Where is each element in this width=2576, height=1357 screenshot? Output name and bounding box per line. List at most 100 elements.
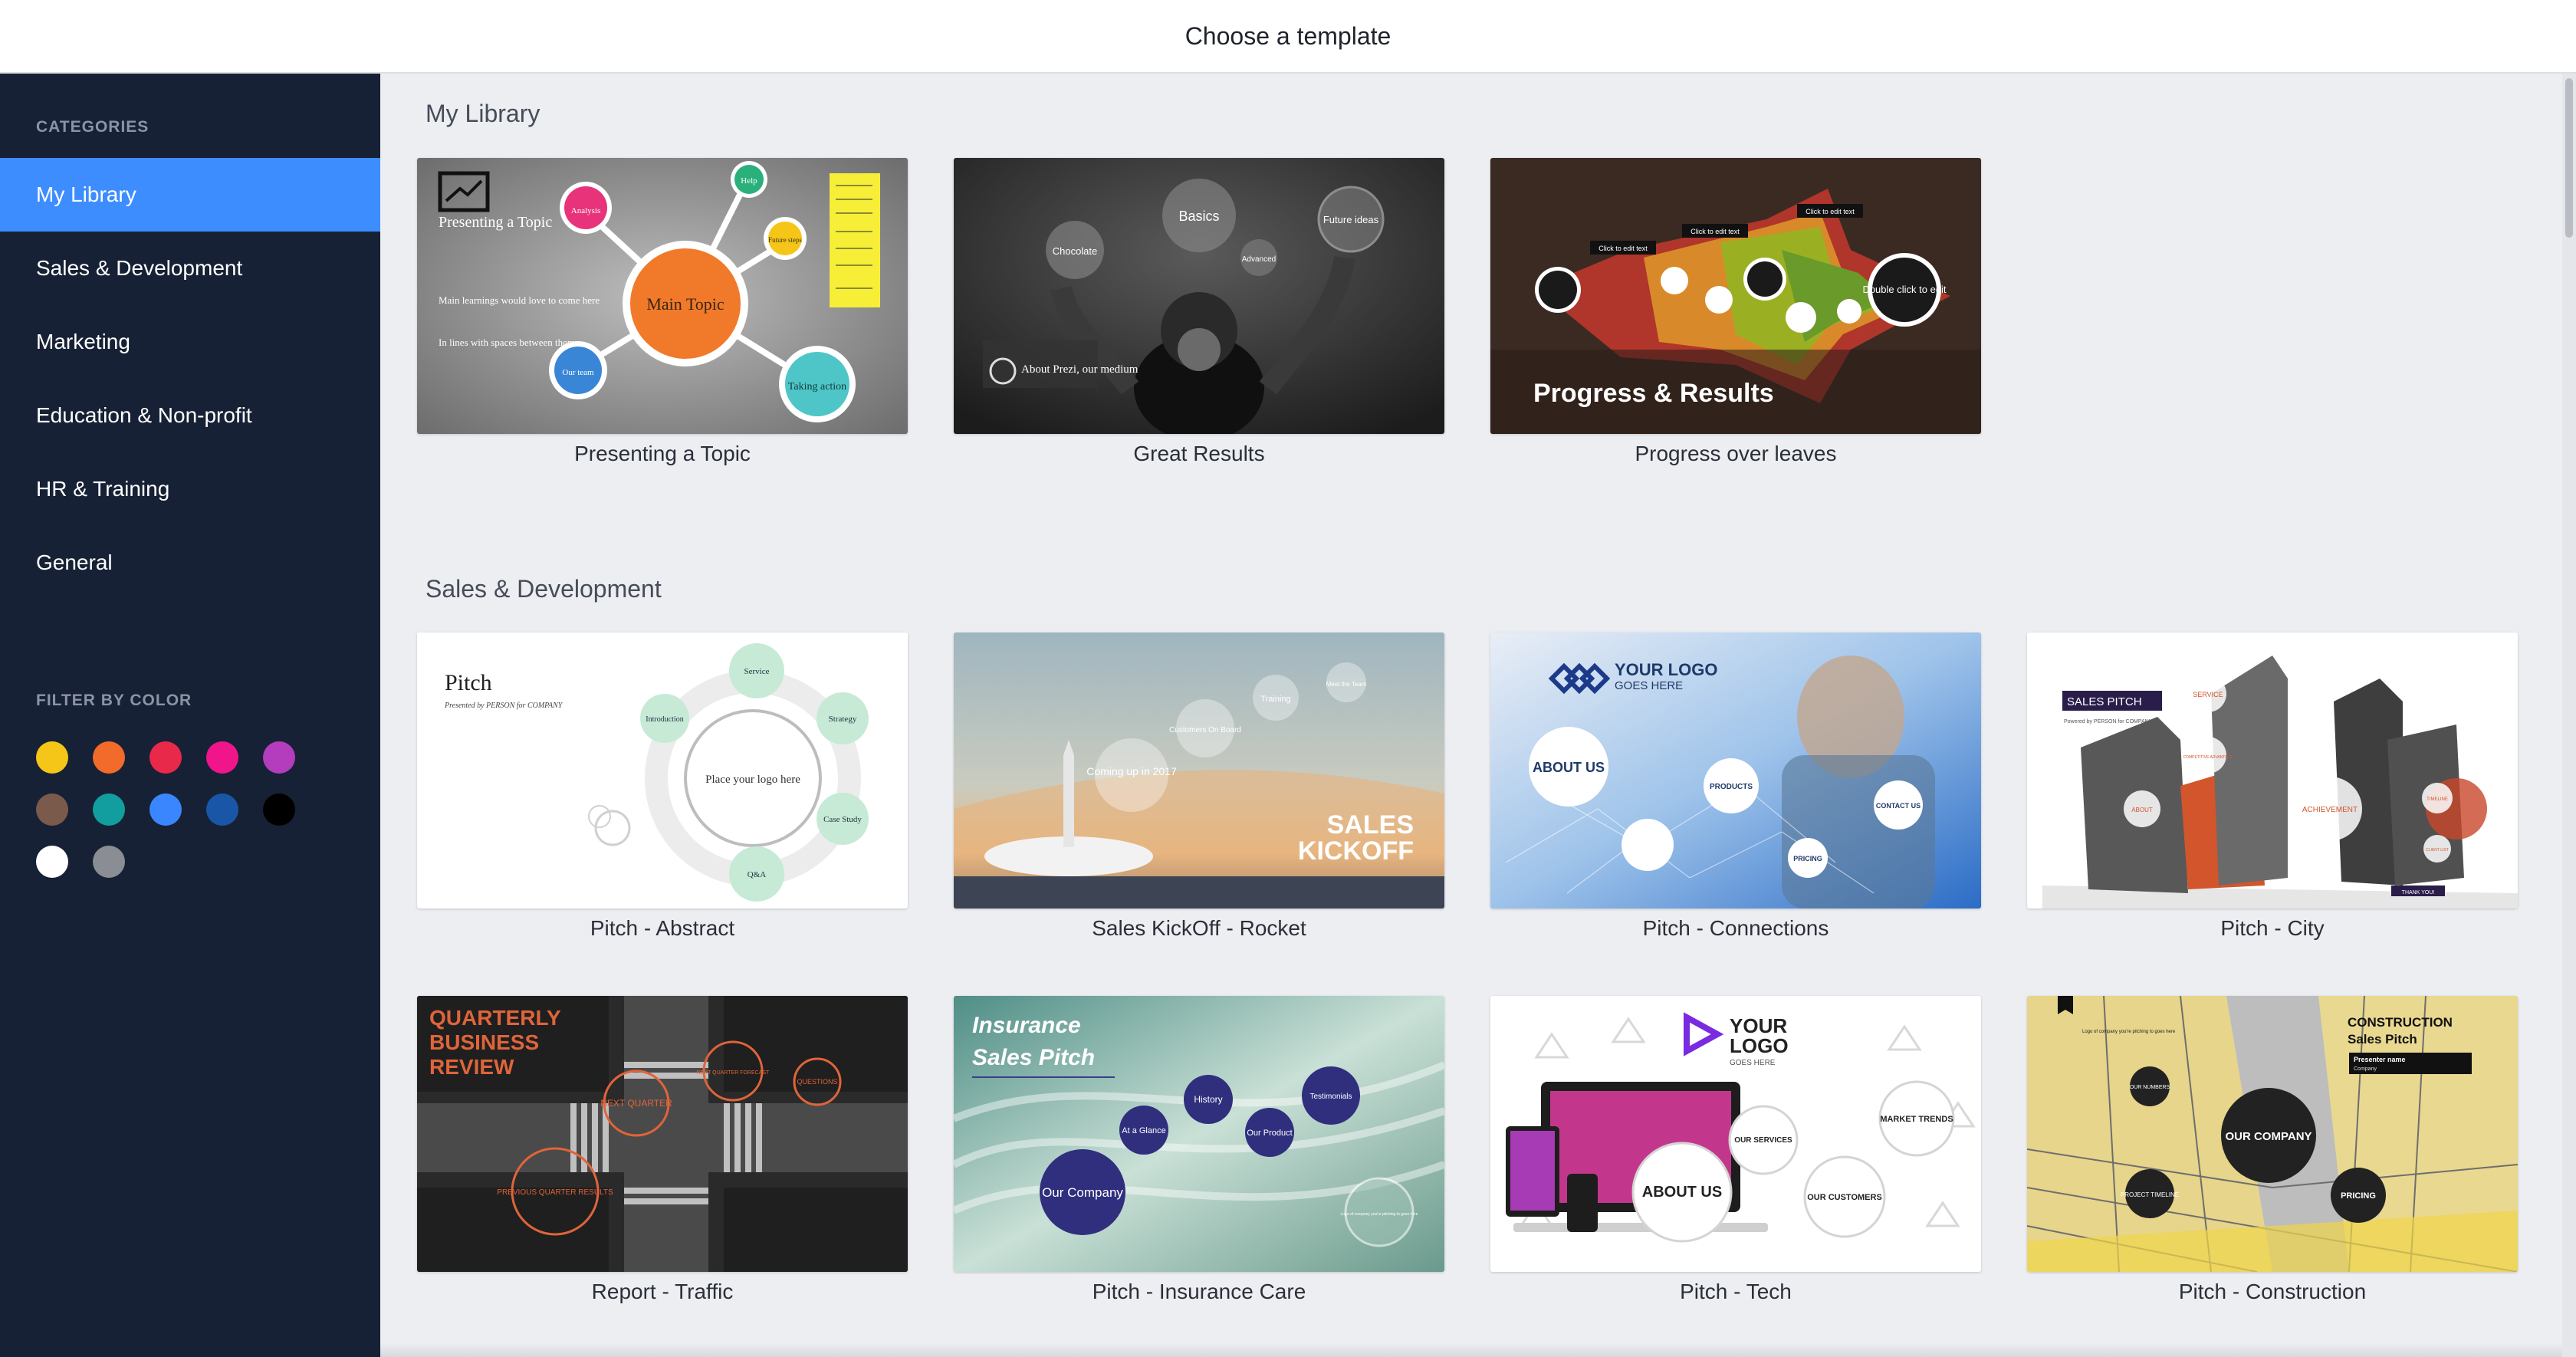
color-swatch-blue[interactable] xyxy=(150,794,182,826)
thumb-node: Case Study xyxy=(823,815,862,824)
template-thumbnail: YOUR LOGO GOES HERE ABOUT US OUR SERVICE… xyxy=(1490,996,1981,1272)
thumb-tag: Click to edit text xyxy=(1691,228,1740,235)
pitch-insurance-preview: Insurance Sales Pitch Our Company At a G… xyxy=(954,996,1444,1272)
template-card-pitch-connections[interactable]: YOUR LOGO GOES HERE ABOUT US PRODUCTS CO… xyxy=(1490,632,1981,941)
template-thumbnail: Coming up in 2017 Customers On Board Tra… xyxy=(954,632,1444,909)
color-swatch-purple[interactable] xyxy=(263,741,295,774)
thumb-company: Company xyxy=(2354,1066,2377,1072)
thumb-logo: LOGO xyxy=(1730,1034,1789,1057)
thumb-caption: About Prezi, our medium xyxy=(1021,363,1138,376)
color-swatch-red[interactable] xyxy=(150,741,182,774)
vertical-scrollbar[interactable] xyxy=(2562,74,2576,1357)
thumb-node: Q&A xyxy=(748,870,767,879)
thumb-node: Our Product xyxy=(1247,1129,1292,1138)
thumb-title: REVIEW xyxy=(429,1055,514,1079)
template-thumbnail: Basics Chocolate Future ideas Advanced A… xyxy=(954,158,1444,434)
thumb-title: KICKOFF xyxy=(1298,836,1414,866)
template-card-pitch-abstract[interactable]: Pitch Presented by PERSON for COMPANY Pl… xyxy=(417,632,908,941)
thumb-logo: GOES HERE xyxy=(1730,1059,1776,1067)
thumb-node: OUR NUMBERS xyxy=(2130,1085,2170,1090)
thumb-node: PRICING xyxy=(2341,1191,2376,1201)
thumb-subtitle: Presented by PERSON for COMPANY xyxy=(444,702,564,710)
template-card-progress-over-leaves[interactable]: Click to edit text Click to edit text Cl… xyxy=(1490,158,1981,466)
template-card-pitch-insurance-care[interactable]: Insurance Sales Pitch Our Company At a G… xyxy=(954,996,1444,1304)
template-card-label: Pitch - Construction xyxy=(2178,1280,2367,1303)
template-card-presenting-a-topic[interactable]: Presenting a Topic Main learnings would … xyxy=(417,158,908,466)
thumb-bubble: Training xyxy=(1260,695,1290,704)
template-card-great-results[interactable]: Basics Chocolate Future ideas Advanced A… xyxy=(954,158,1444,466)
great-results-preview: Basics Chocolate Future ideas Advanced A… xyxy=(954,158,1444,434)
template-thumbnail: Click to edit text Click to edit text Cl… xyxy=(1490,158,1981,434)
thumb-node: Help xyxy=(741,176,757,186)
thumb-node: ABOUT US xyxy=(1533,760,1605,775)
thumb-title: BUSINESS xyxy=(429,1030,539,1054)
sidebar-item-label: Marketing xyxy=(36,330,130,353)
thumb-title: Progress & Results xyxy=(1533,379,1774,408)
thumb-bubble: Basics xyxy=(1178,209,1219,224)
template-card-label: Great Results xyxy=(1133,442,1265,465)
template-card-pitch-construction[interactable]: CONSTRUCTION Sales Pitch Presenter name … xyxy=(2027,996,2518,1304)
sidebar-item-marketing[interactable]: Marketing xyxy=(0,305,380,379)
thumb-bubble: Future ideas xyxy=(1323,214,1379,225)
sidebar-item-label: HR & Training xyxy=(36,477,170,501)
sidebar: CATEGORIES My Library Sales & Developmen… xyxy=(0,74,380,1357)
dialog-title: Choose a template xyxy=(1184,21,1392,50)
template-thumbnail: QUARTERLY BUSINESS REVIEW NEXT QUARTER N… xyxy=(417,996,908,1272)
thumb-node: NEXT QUARTER xyxy=(600,1098,672,1109)
thumb-node: Analysis xyxy=(571,206,601,215)
thumb-logo: GOES HERE xyxy=(1615,679,1683,692)
template-thumbnail: Presenting a Topic Main learnings would … xyxy=(417,158,908,434)
thumb-node: ABOUT US xyxy=(1642,1184,1722,1201)
template-card-pitch-city[interactable]: SALES PITCH Powered by PERSON for COMPAN… xyxy=(2027,632,2518,941)
color-swatch-dark-blue[interactable] xyxy=(206,794,238,826)
color-swatch-teal[interactable] xyxy=(93,794,125,826)
color-swatch-white[interactable] xyxy=(36,846,68,878)
template-thumbnail: YOUR LOGO GOES HERE ABOUT US PRODUCTS CO… xyxy=(1490,632,1981,909)
thumb-node: COMPETITIVE ADVANTAGE xyxy=(2183,755,2233,760)
template-card-label: Pitch - Connections xyxy=(1642,916,1829,940)
sidebar-item-education-nonprofit[interactable]: Education & Non-profit xyxy=(0,379,380,452)
color-swatch-black[interactable] xyxy=(263,794,295,826)
thumb-note: In lines with spaces between them xyxy=(439,337,575,348)
scrollbar-thumb[interactable] xyxy=(2565,78,2573,238)
thumb-note: Main learnings would love to come here xyxy=(439,294,600,306)
template-card-report-traffic[interactable]: QUARTERLY BUSINESS REVIEW NEXT QUARTER N… xyxy=(417,996,908,1304)
color-swatch-gray[interactable] xyxy=(93,846,125,878)
color-swatch-orange[interactable] xyxy=(93,741,125,774)
template-card-label: Pitch - Tech xyxy=(1680,1280,1792,1303)
thumb-node: MARKET TRENDS xyxy=(1880,1115,1953,1124)
template-card-pitch-tech[interactable]: YOUR LOGO GOES HERE ABOUT US OUR SERVICE… xyxy=(1490,996,1981,1304)
thumb-node: Strategy xyxy=(829,715,857,724)
thumb-node: OUR CUSTOMERS xyxy=(1807,1193,1882,1202)
template-gallery: My Library Presenting a Topic Main learn… xyxy=(380,74,2576,1357)
sidebar-item-hr-training[interactable]: HR & Training xyxy=(0,452,380,526)
template-thumbnail: CONSTRUCTION Sales Pitch Presenter name … xyxy=(2027,996,2518,1272)
sidebar-item-label: Education & Non-profit xyxy=(36,403,252,427)
thumb-footer: THANK YOU! xyxy=(2402,890,2435,895)
sidebar-item-sales-development[interactable]: Sales & Development xyxy=(0,232,380,305)
thumb-node: PROJECT TIMELINE xyxy=(2121,1191,2179,1198)
thumb-node: History xyxy=(1194,1094,1222,1105)
section-title-my-library: My Library xyxy=(426,100,540,127)
template-thumbnail: Pitch Presented by PERSON for COMPANY Pl… xyxy=(417,632,908,909)
report-traffic-preview: QUARTERLY BUSINESS REVIEW NEXT QUARTER N… xyxy=(417,996,908,1272)
thumb-title: Sales Pitch xyxy=(2348,1032,2417,1046)
sidebar-item-general[interactable]: General xyxy=(0,526,380,600)
color-swatch-yellow[interactable] xyxy=(36,741,68,774)
template-card-label: Pitch - Abstract xyxy=(590,916,735,940)
pitch-tech-preview: YOUR LOGO GOES HERE ABOUT US OUR SERVICE… xyxy=(1490,996,1981,1272)
thumb-presenter: Presenter name xyxy=(2354,1056,2406,1063)
thumb-title: SALES PITCH xyxy=(2067,695,2142,708)
thumb-logo: YOUR LOGO xyxy=(1615,660,1717,679)
sidebar-item-my-library[interactable]: My Library xyxy=(0,158,380,232)
thumb-node: PRICING xyxy=(1793,855,1822,863)
color-swatch-brown[interactable] xyxy=(36,794,68,826)
thumb-node: ACHIEVEMENT xyxy=(2302,806,2358,814)
thumb-node: Our Company xyxy=(1042,1185,1123,1200)
thumb-note: Logo of company you're pitching to goes … xyxy=(2082,1030,2176,1034)
template-card-sales-kickoff-rocket[interactable]: Coming up in 2017 Customers On Board Tra… xyxy=(954,632,1444,941)
template-card-label: Pitch - Insurance Care xyxy=(1092,1280,1306,1303)
color-swatch-pink[interactable] xyxy=(206,741,238,774)
thumb-node: ABOUT xyxy=(2131,807,2153,813)
thumb-node: SERVICE xyxy=(2193,691,2223,698)
